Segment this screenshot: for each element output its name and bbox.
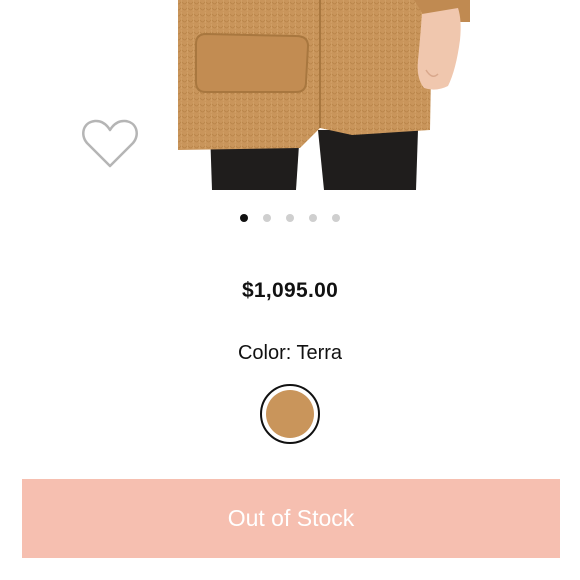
color-label: Color: Terra bbox=[237, 342, 343, 364]
carousel-dot-1[interactable] bbox=[240, 214, 248, 222]
out-of-stock-button[interactable]: Out of Stock bbox=[22, 479, 560, 558]
carousel-dot-4[interactable] bbox=[309, 214, 317, 222]
carousel-dot-3[interactable] bbox=[286, 214, 294, 222]
color-swatch-terra[interactable] bbox=[260, 384, 320, 444]
wishlist-heart-icon[interactable] bbox=[81, 119, 139, 169]
carousel-dot-2[interactable] bbox=[263, 214, 271, 222]
right-leg bbox=[318, 130, 418, 190]
carousel-dots bbox=[0, 213, 580, 223]
swatch-fill bbox=[266, 390, 314, 438]
carousel-dot-5[interactable] bbox=[332, 214, 340, 222]
hand bbox=[417, 8, 461, 90]
product-price: $1,095.00 bbox=[241, 279, 339, 302]
coat-pocket bbox=[195, 32, 310, 93]
